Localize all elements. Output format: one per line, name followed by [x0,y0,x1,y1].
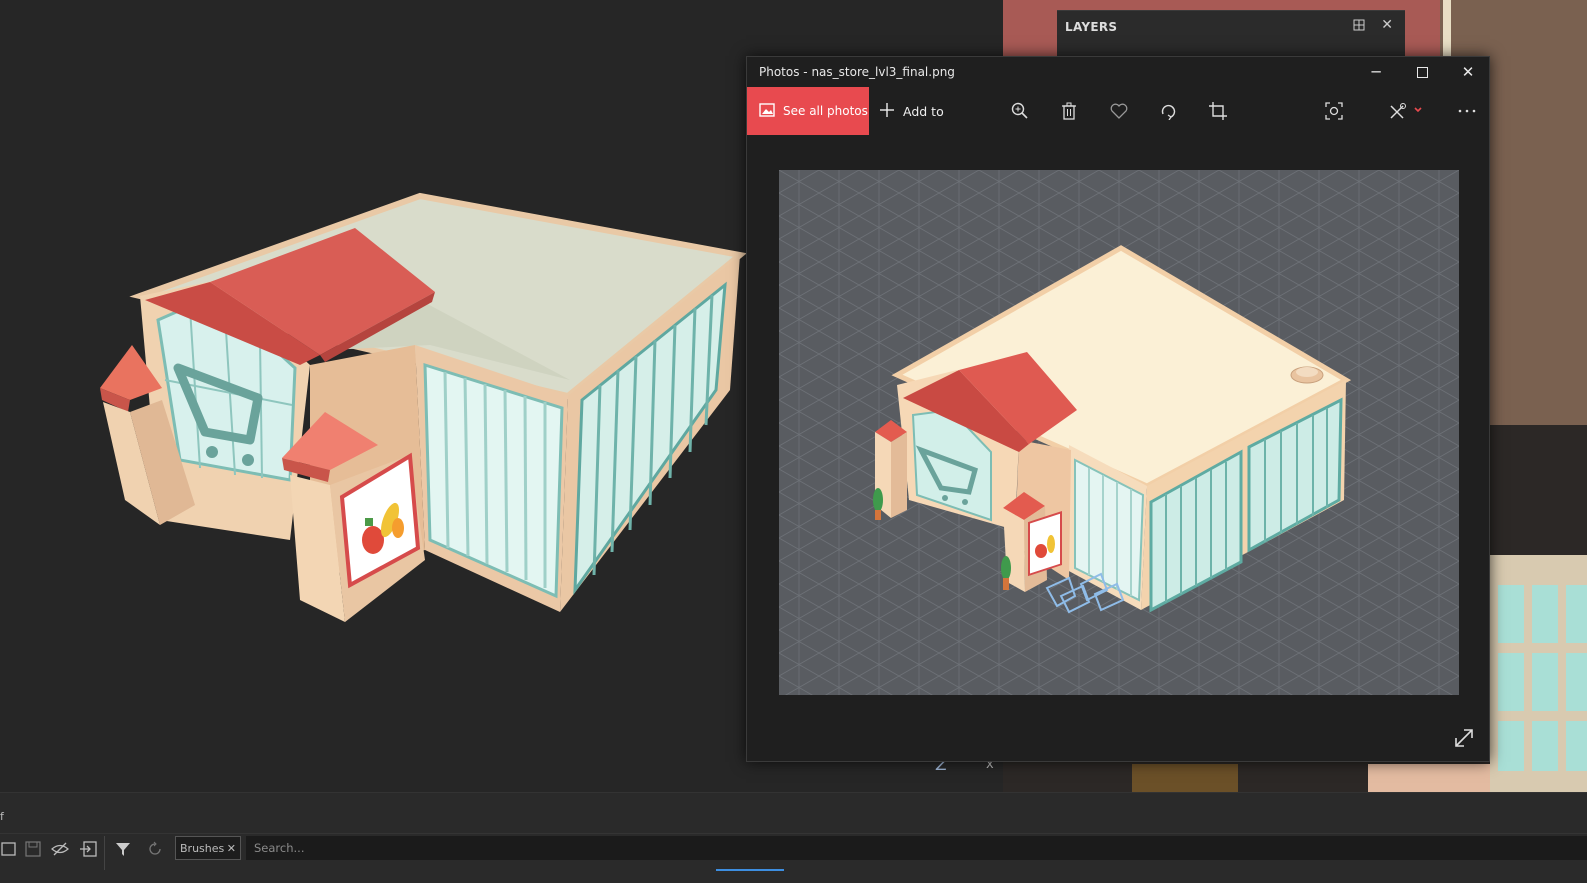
filter-icon[interactable] [114,840,132,858]
bottom-divider [0,833,1587,834]
refresh-icon[interactable] [146,840,164,858]
close-icon[interactable]: ✕ [227,842,236,855]
edit-create-icon[interactable] [1384,93,1432,129]
search-box[interactable] [246,836,1587,860]
texture-preview-window [1490,555,1587,792]
add-to-button[interactable]: Add to [879,87,944,135]
see-all-photos-button[interactable]: See all photos [747,87,869,135]
screen-capture-icon[interactable] [1316,93,1352,129]
import-icon[interactable] [79,840,97,858]
active-indicator [716,869,784,871]
new-layer-icon[interactable] [0,840,18,858]
toolbar-separator [104,836,105,870]
close-icon[interactable]: ✕ [1381,17,1393,33]
photos-window[interactable]: Photos - nas_store_lvl3_final.png ─ ✕ Se… [746,56,1490,762]
save-icon[interactable] [24,840,42,858]
brushes-tag-label: Brushes [180,841,225,855]
layers-panel-title: LAYERS [1065,20,1118,34]
see-all-photos-label: See all photos [783,104,868,118]
minimize-button[interactable]: ─ [1353,57,1399,87]
dock-icon[interactable] [1353,19,1365,34]
fullscreen-expand-icon[interactable] [1453,727,1475,753]
texture-preview-strip [1443,0,1451,60]
photo-preview [779,170,1459,695]
texture-preview-olive [1132,764,1238,792]
plus-icon [879,102,895,121]
zoom-icon[interactable] [1002,93,1038,129]
more-options-icon[interactable] [1449,93,1485,129]
favorite-heart-icon[interactable] [1101,93,1137,129]
delete-icon[interactable] [1051,93,1087,129]
panel-tab-fragment: f [0,810,4,823]
texture-preview-peach [1368,764,1490,792]
hide-visibility-icon[interactable] [51,840,69,858]
gallery-icon [759,102,775,120]
rotate-icon[interactable] [1150,93,1186,129]
crop-icon[interactable] [1200,93,1236,129]
search-input[interactable] [252,840,856,856]
close-button[interactable]: ✕ [1445,57,1491,87]
add-to-label: Add to [903,103,944,119]
maximize-button[interactable] [1399,57,1445,87]
brushes-filter-tag[interactable]: Brushes ✕ [175,836,241,860]
window-title: Photos - nas_store_lvl3_final.png [759,65,955,79]
layers-panel: LAYERS ✕ [1057,10,1405,61]
